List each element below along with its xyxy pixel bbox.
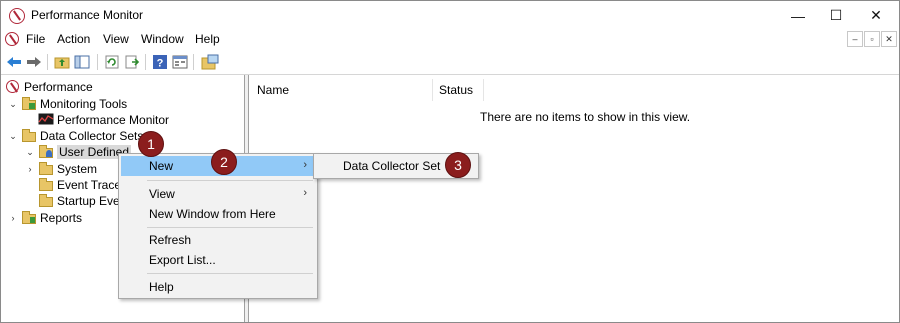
help-icon[interactable]: ? <box>151 53 169 71</box>
performance-monitor-window: Performance Monitor — ☐ ✕ File Action Vi… <box>0 0 900 323</box>
menu-separator <box>147 273 313 274</box>
tree-item-label: Startup Ever <box>57 194 124 208</box>
folder-icon <box>21 96 37 112</box>
tree-item-startup-event[interactable]: Startup Ever <box>38 193 124 209</box>
folder-icon <box>38 193 54 209</box>
tree-item-label: System <box>57 162 98 176</box>
new-window-icon[interactable] <box>201 53 219 71</box>
folder-icon <box>21 210 37 226</box>
tree-item-data-collector-sets[interactable]: ⌄ Data Collector Sets <box>7 128 143 144</box>
collapse-chevron-icon[interactable]: ⌄ <box>24 144 36 160</box>
expand-chevron-icon[interactable]: › <box>7 210 19 226</box>
menu-separator <box>147 227 313 228</box>
toolbar-separator <box>47 54 48 70</box>
toolbar-separator <box>193 54 194 70</box>
tree-item-label: Data Collector Sets <box>40 129 144 143</box>
tree-item-label: Reports <box>40 211 83 225</box>
up-folder-icon[interactable] <box>53 53 71 71</box>
empty-list-message: There are no items to show in this view. <box>480 110 691 124</box>
column-divider[interactable] <box>483 79 484 101</box>
mdi-minimize-button[interactable]: – <box>847 31 863 47</box>
mdi-restore-button[interactable]: ▫ <box>864 31 880 47</box>
submenu-arrow-icon: › <box>303 159 307 171</box>
title-bar: Performance Monitor — ☐ ✕ <box>1 1 899 30</box>
tree-item-user-defined[interactable]: ⌄ User Defined <box>24 144 132 160</box>
menu-item-label: Refresh <box>149 233 192 247</box>
collapse-chevron-icon[interactable]: ⌄ <box>7 96 19 112</box>
menu-view[interactable]: View <box>101 32 131 46</box>
context-menu: New › View › New Window from Here Refres… <box>118 153 318 299</box>
tree-item-label: Monitoring Tools <box>40 97 128 111</box>
back-icon[interactable] <box>5 53 23 71</box>
user-folder-icon <box>38 144 54 160</box>
context-menu-new-window[interactable]: New Window from Here <box>121 204 315 224</box>
tree-item-label: Performance <box>24 80 93 94</box>
step-badge-1: 1 <box>138 131 164 157</box>
folder-icon <box>38 177 54 193</box>
context-menu-help[interactable]: Help <box>121 277 315 297</box>
menu-bar: File Action View Window Help <box>1 30 899 50</box>
forward-icon[interactable] <box>25 53 43 71</box>
performance-monitor-app-icon <box>9 8 25 24</box>
tree-item-performance[interactable]: Performance <box>5 79 93 95</box>
menu-item-label: Data Collector Set <box>343 159 441 173</box>
tree-item-label: Performance Monitor <box>57 113 170 127</box>
menu-file[interactable]: File <box>24 32 47 46</box>
system-menu-icon[interactable] <box>5 32 19 46</box>
tree-item-performance-monitor[interactable]: Performance Monitor <box>38 112 169 128</box>
tree-item-event-trace[interactable]: Event Trace <box>38 177 121 193</box>
tree-item-system[interactable]: › System <box>24 161 97 177</box>
performance-icon <box>5 79 21 95</box>
tree-item-label: Event Trace <box>57 178 122 192</box>
expand-chevron-icon[interactable]: › <box>24 161 36 177</box>
folder-icon <box>38 161 54 177</box>
tree-item-monitoring-tools[interactable]: ⌄ Monitoring Tools <box>7 96 127 112</box>
results-list-pane: Name Status There are no items to show i… <box>249 75 899 322</box>
context-menu-export-list[interactable]: Export List... <box>121 250 315 270</box>
perfmon-chart-icon <box>38 112 54 128</box>
show-hide-tree-icon[interactable] <box>73 53 91 71</box>
menu-item-label: New <box>149 159 174 173</box>
column-header-status[interactable]: Status <box>439 83 473 97</box>
properties-icon[interactable] <box>171 53 189 71</box>
toolbar-separator <box>145 54 146 70</box>
menu-item-label: New Window from Here <box>149 207 276 221</box>
tree-item-reports[interactable]: › Reports <box>7 210 82 226</box>
mdi-close-button[interactable]: ✕ <box>881 31 897 47</box>
export-icon[interactable] <box>123 53 141 71</box>
toolbar-separator <box>97 54 98 70</box>
menu-item-label: Export List... <box>149 253 216 267</box>
toolbar: ? <box>1 51 899 73</box>
refresh-icon[interactable] <box>103 53 121 71</box>
menu-help[interactable]: Help <box>193 32 222 46</box>
column-header-name[interactable]: Name <box>257 83 289 97</box>
folder-icon <box>21 128 37 144</box>
collapse-chevron-icon[interactable]: ⌄ <box>7 128 19 144</box>
column-divider[interactable] <box>432 79 433 101</box>
context-menu-view[interactable]: View › <box>121 184 315 204</box>
window-title: Performance Monitor <box>31 8 144 22</box>
svg-text:?: ? <box>157 58 164 70</box>
submenu-arrow-icon: › <box>303 187 307 199</box>
menu-action[interactable]: Action <box>55 32 92 46</box>
menu-separator <box>147 180 313 181</box>
menu-item-label: View <box>149 187 175 201</box>
step-badge-2: 2 <box>211 149 237 175</box>
menu-item-label: Help <box>149 280 174 294</box>
close-button[interactable]: ✕ <box>853 1 899 30</box>
context-menu-refresh[interactable]: Refresh <box>121 230 315 250</box>
step-badge-3: 3 <box>445 152 471 178</box>
menu-window[interactable]: Window <box>139 32 186 46</box>
